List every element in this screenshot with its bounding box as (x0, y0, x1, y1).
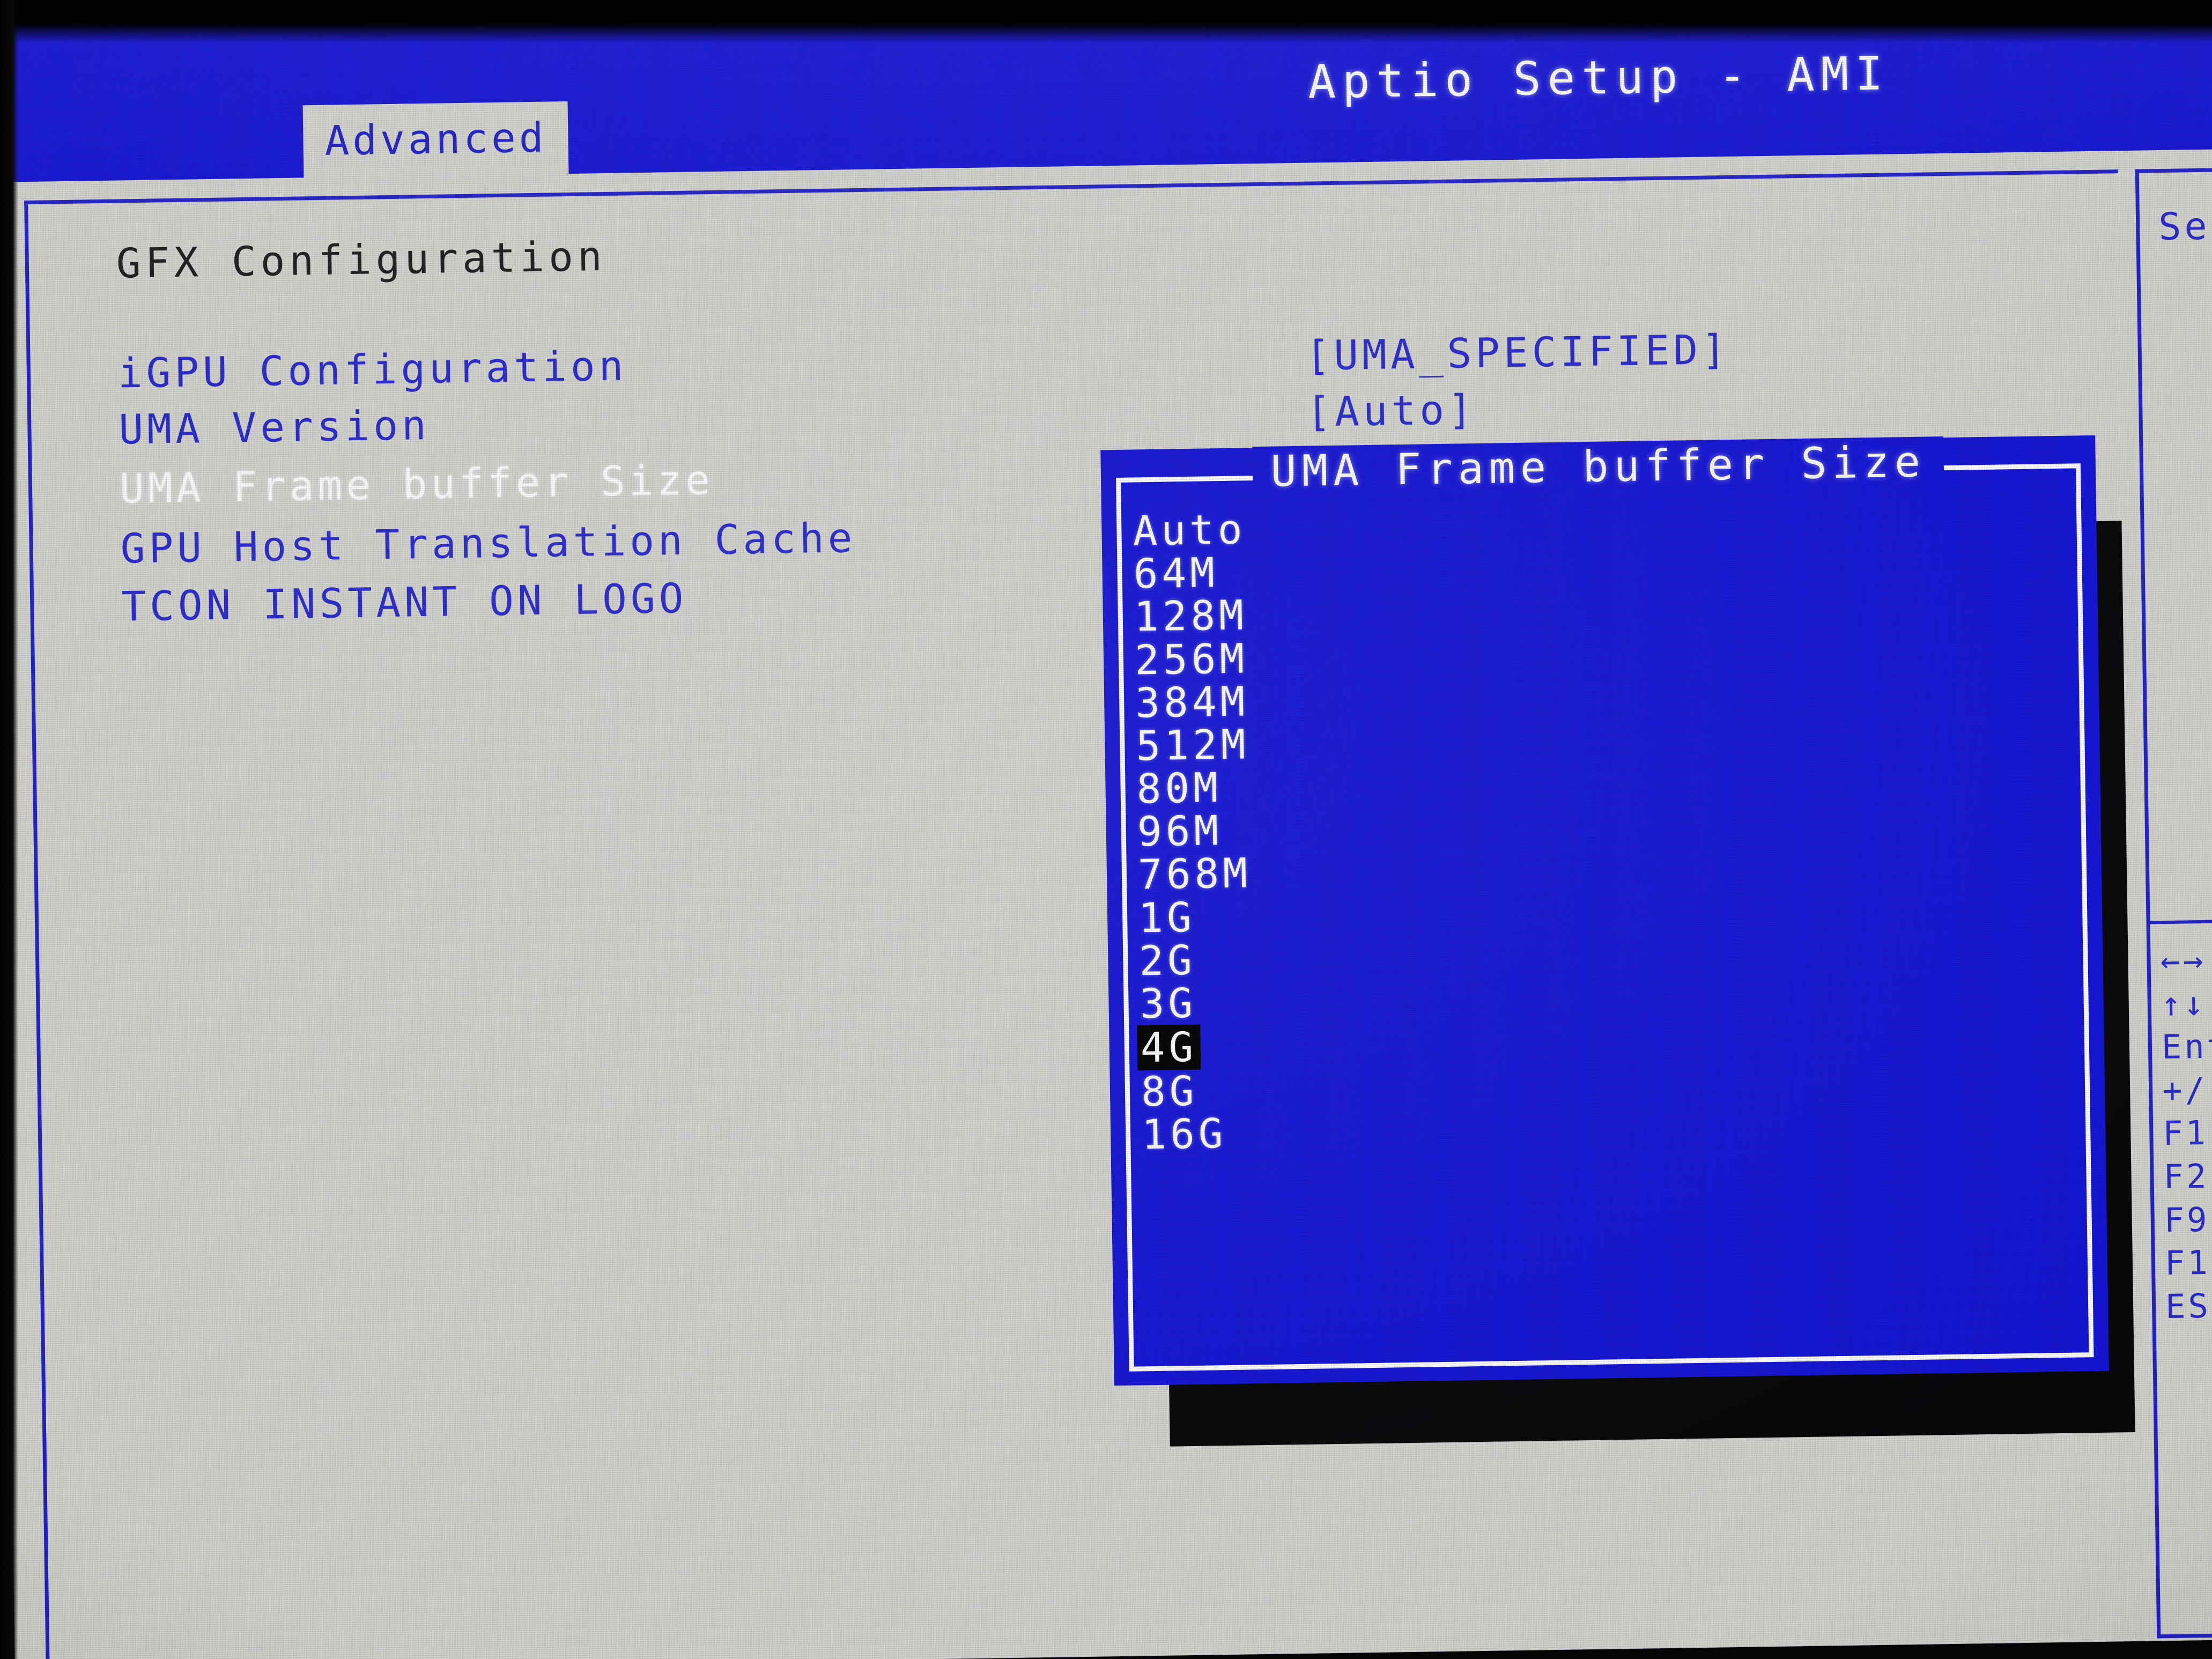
tab-advanced[interactable]: Advanced (302, 101, 569, 179)
dialog-option-list[interactable]: Auto 64M 128M 256M 384M 512M 80M 96M 768… (1133, 505, 1255, 1158)
setting-label: UMA Version (118, 401, 431, 454)
monitor-bezel-top (0, 0, 2212, 43)
setting-value[interactable]: [Auto] (1306, 386, 1477, 436)
option-8g[interactable]: 8G (1141, 1067, 1198, 1116)
dialog-title-text: UMA Frame buffer Size (1252, 436, 1944, 497)
option-768m[interactable]: 768M (1137, 849, 1251, 899)
help-key-f2-previous-values: F2: (2163, 1156, 2212, 1197)
option-64m[interactable]: 64M (1133, 549, 1219, 597)
page-title: Aptio Setup - AMI (1307, 47, 1890, 109)
dialog-inner-border (1116, 463, 2094, 1372)
bios-screen: Aptio Setup - AMI Advanced GFX Configura… (0, 0, 2212, 1659)
help-key-f10-save-exit: F10 (2164, 1242, 2212, 1283)
help-key-select-screen: ←→: Select Screen (2160, 935, 2212, 981)
option-2g[interactable]: 2G (1139, 936, 1196, 985)
option-128m[interactable]: 128M (1134, 591, 1247, 641)
option-384m[interactable]: 384M (1135, 677, 1249, 727)
option-512m[interactable]: 512M (1136, 720, 1249, 769)
uma-frame-buffer-size-dialog: UMA Frame buffer Size Auto 64M 128M 256M… (1100, 435, 2109, 1386)
monitor-bezel-left (0, 0, 18, 1659)
option-96m[interactable]: 96M (1137, 806, 1223, 855)
help-key-list: ←→: Select Screen ↑↓: Select Item Ent +/… (2160, 934, 2212, 1328)
help-key-change-opt: +/- (2162, 1070, 2212, 1110)
option-80m[interactable]: 80M (1136, 764, 1222, 812)
help-divider (2150, 917, 2212, 924)
help-key-select-item: ↑↓: Select Item (2161, 979, 2212, 1024)
setting-value[interactable]: [UMA_SPECIFIED] (1305, 325, 1730, 380)
option-1g[interactable]: 1G (1138, 893, 1196, 942)
help-key-f1-general-help: F1: (2162, 1113, 2212, 1153)
option-256m[interactable]: 256M (1134, 634, 1248, 684)
option-4g[interactable]: 4G (1137, 1023, 1201, 1071)
monitor-photo: Aptio Setup - AMI Advanced GFX Configura… (0, 0, 2212, 1659)
help-key-f9-optimized-defaults: F9: (2164, 1199, 2212, 1240)
section-heading: GFX Configuration (116, 232, 607, 287)
help-key-esc-exit: ESC (2165, 1285, 2212, 1326)
help-description: Se (2158, 204, 2211, 249)
setting-label: TCON INSTANT ON LOGO (121, 574, 688, 631)
option-3g[interactable]: 3G (1140, 979, 1197, 1028)
setting-label: iGPU Configuration (117, 342, 628, 397)
option-auto[interactable]: Auto (1133, 505, 1246, 554)
help-key-enter: Ent (2161, 1026, 2212, 1067)
setting-label: UMA Frame buffer Size (119, 456, 714, 513)
option-16g[interactable]: 16G (1142, 1109, 1227, 1158)
